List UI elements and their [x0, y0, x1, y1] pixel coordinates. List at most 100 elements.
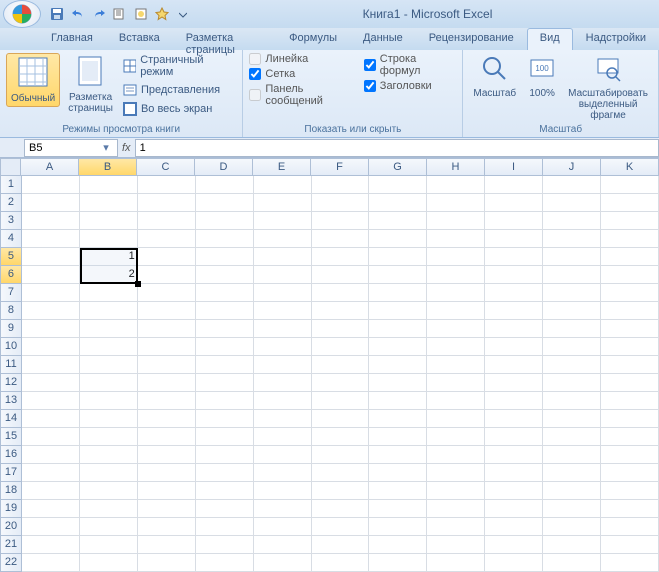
- cell-K13[interactable]: [601, 392, 659, 410]
- cell-G22[interactable]: [369, 554, 427, 572]
- headings-checkbox[interactable]: Заголовки: [364, 80, 457, 92]
- cell-E5[interactable]: [254, 248, 312, 266]
- cell-H10[interactable]: [427, 338, 485, 356]
- cell-D17[interactable]: [196, 464, 254, 482]
- cell-G5[interactable]: [369, 248, 427, 266]
- message-bar-checkbox[interactable]: Панель сообщений: [249, 83, 359, 107]
- cell-D18[interactable]: [196, 482, 254, 500]
- cell-I18[interactable]: [485, 482, 543, 500]
- cell-K1[interactable]: [601, 176, 659, 194]
- row-header-11[interactable]: 11: [0, 356, 22, 374]
- cell-D9[interactable]: [196, 320, 254, 338]
- cell-G6[interactable]: [369, 266, 427, 284]
- cell-H17[interactable]: [427, 464, 485, 482]
- custom-views-button[interactable]: Представления: [121, 82, 236, 98]
- cell-H5[interactable]: [427, 248, 485, 266]
- cell-B22[interactable]: [80, 554, 138, 572]
- cell-I9[interactable]: [485, 320, 543, 338]
- cell-C7[interactable]: [138, 284, 196, 302]
- cell-E20[interactable]: [254, 518, 312, 536]
- cell-K5[interactable]: [601, 248, 659, 266]
- cell-K7[interactable]: [601, 284, 659, 302]
- cell-H13[interactable]: [427, 392, 485, 410]
- cell-A9[interactable]: [22, 320, 80, 338]
- tab-home[interactable]: Главная: [38, 28, 106, 50]
- cell-A3[interactable]: [22, 212, 80, 230]
- cell-E21[interactable]: [254, 536, 312, 554]
- cell-F18[interactable]: [312, 482, 370, 500]
- cell-B18[interactable]: [80, 482, 138, 500]
- cell-A16[interactable]: [22, 446, 80, 464]
- cell-D12[interactable]: [196, 374, 254, 392]
- ruler-checkbox[interactable]: Линейка: [249, 53, 359, 65]
- page-break-button[interactable]: Страничный режим: [121, 53, 236, 79]
- cell-G19[interactable]: [369, 500, 427, 518]
- zoom-button[interactable]: Масштаб: [469, 53, 520, 101]
- cell-C13[interactable]: [138, 392, 196, 410]
- cell-B1[interactable]: [80, 176, 138, 194]
- cell-E9[interactable]: [254, 320, 312, 338]
- cell-K2[interactable]: [601, 194, 659, 212]
- cell-J6[interactable]: [543, 266, 601, 284]
- cell-D16[interactable]: [196, 446, 254, 464]
- cell-K11[interactable]: [601, 356, 659, 374]
- cell-C16[interactable]: [138, 446, 196, 464]
- fill-handle[interactable]: [135, 281, 141, 287]
- cell-A17[interactable]: [22, 464, 80, 482]
- cell-K12[interactable]: [601, 374, 659, 392]
- cell-I3[interactable]: [485, 212, 543, 230]
- gridlines-checkbox[interactable]: Сетка: [249, 68, 359, 80]
- cell-D4[interactable]: [196, 230, 254, 248]
- tab-addins[interactable]: Надстройки: [573, 28, 659, 50]
- cell-A5[interactable]: [22, 248, 80, 266]
- qat-5-icon[interactable]: [132, 5, 150, 23]
- cell-C19[interactable]: [138, 500, 196, 518]
- cell-J3[interactable]: [543, 212, 601, 230]
- cell-G10[interactable]: [369, 338, 427, 356]
- cell-J18[interactable]: [543, 482, 601, 500]
- page-layout-button[interactable]: Разметка страницы: [64, 53, 117, 116]
- cell-H11[interactable]: [427, 356, 485, 374]
- cell-H19[interactable]: [427, 500, 485, 518]
- cell-I21[interactable]: [485, 536, 543, 554]
- cell-F14[interactable]: [312, 410, 370, 428]
- cell-J22[interactable]: [543, 554, 601, 572]
- name-box[interactable]: B5 ▾: [24, 139, 118, 157]
- cell-A7[interactable]: [22, 284, 80, 302]
- row-header-21[interactable]: 21: [0, 536, 22, 554]
- cell-G14[interactable]: [369, 410, 427, 428]
- cell-B6[interactable]: 2: [80, 266, 138, 284]
- cell-A14[interactable]: [22, 410, 80, 428]
- cell-B8[interactable]: [80, 302, 138, 320]
- cell-J14[interactable]: [543, 410, 601, 428]
- cell-F17[interactable]: [312, 464, 370, 482]
- cell-J2[interactable]: [543, 194, 601, 212]
- cell-B13[interactable]: [80, 392, 138, 410]
- cell-K17[interactable]: [601, 464, 659, 482]
- cell-F9[interactable]: [312, 320, 370, 338]
- cell-E22[interactable]: [254, 554, 312, 572]
- cell-I10[interactable]: [485, 338, 543, 356]
- tab-insert[interactable]: Вставка: [106, 28, 173, 50]
- cell-J9[interactable]: [543, 320, 601, 338]
- cell-I12[interactable]: [485, 374, 543, 392]
- cell-G12[interactable]: [369, 374, 427, 392]
- cell-C22[interactable]: [138, 554, 196, 572]
- cell-H3[interactable]: [427, 212, 485, 230]
- cell-C14[interactable]: [138, 410, 196, 428]
- cell-A12[interactable]: [22, 374, 80, 392]
- cell-G8[interactable]: [369, 302, 427, 320]
- cell-J20[interactable]: [543, 518, 601, 536]
- cell-A10[interactable]: [22, 338, 80, 356]
- column-header-A[interactable]: A: [21, 158, 79, 176]
- cell-F1[interactable]: [312, 176, 370, 194]
- cell-A2[interactable]: [22, 194, 80, 212]
- cell-I16[interactable]: [485, 446, 543, 464]
- column-header-D[interactable]: D: [195, 158, 253, 176]
- cell-K8[interactable]: [601, 302, 659, 320]
- cell-H4[interactable]: [427, 230, 485, 248]
- cell-D13[interactable]: [196, 392, 254, 410]
- cell-H15[interactable]: [427, 428, 485, 446]
- row-header-7[interactable]: 7: [0, 284, 22, 302]
- cell-J15[interactable]: [543, 428, 601, 446]
